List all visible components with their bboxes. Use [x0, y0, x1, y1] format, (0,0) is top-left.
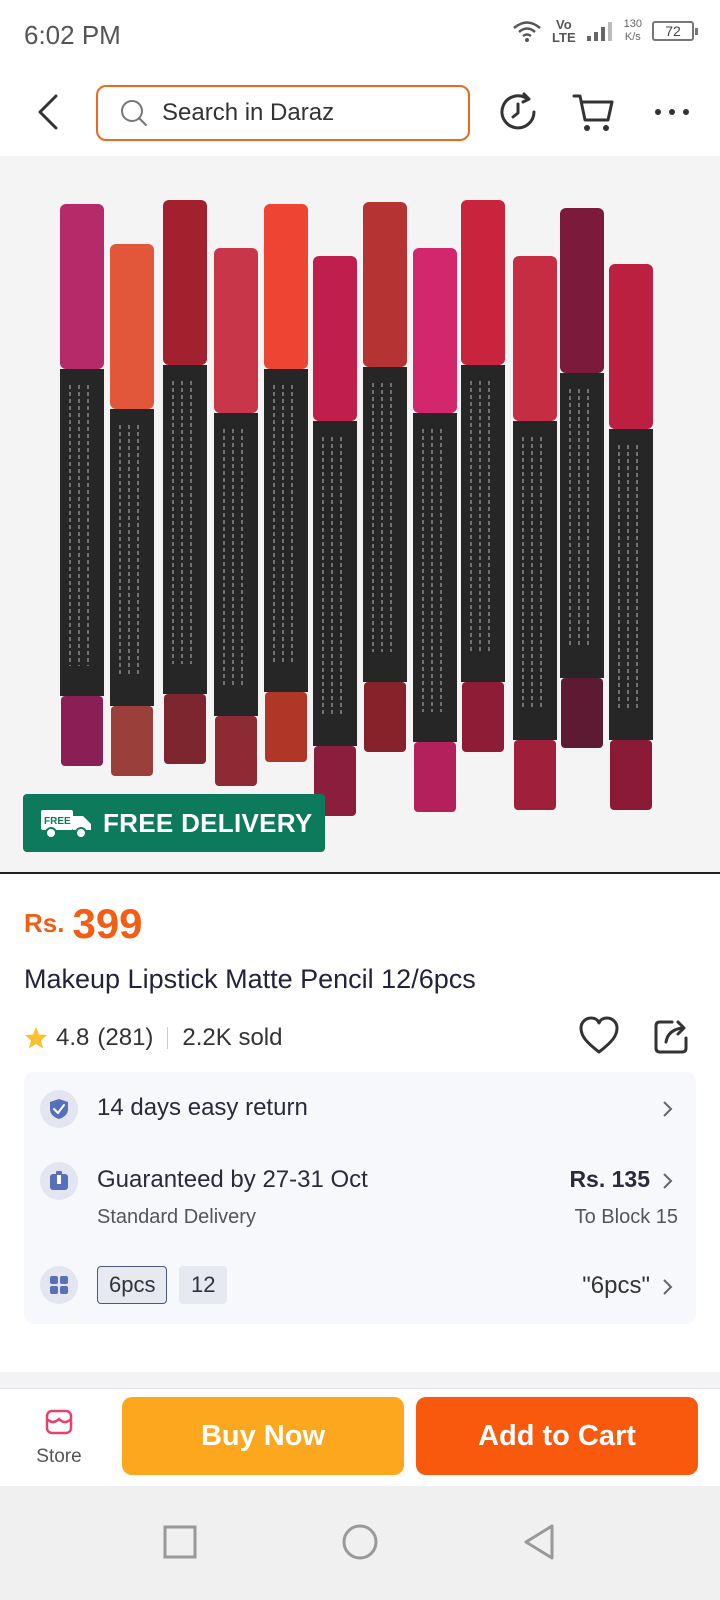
- variants-grid-icon: [40, 1266, 78, 1304]
- returns-label: 14 days easy return: [97, 1094, 308, 1121]
- delivery-truck-icon: FREE: [41, 810, 91, 839]
- svg-text:FREE: FREE: [44, 816, 71, 827]
- service-card: 14 days easy return Guaranteed by 27-31 …: [24, 1072, 696, 1324]
- free-delivery-label: FREE DELIVERY: [103, 807, 313, 838]
- bottom-action-bar: Store Buy Now Add to Cart: [0, 1388, 720, 1486]
- signal-icon: [586, 22, 612, 41]
- lipstick-pencil: [461, 200, 505, 752]
- network-type: Vo LTE: [552, 17, 576, 45]
- lipstick-photo: [60, 200, 653, 816]
- chevron-right-icon: [663, 1101, 673, 1117]
- heart-icon[interactable]: [578, 1016, 620, 1056]
- back-arrow-icon[interactable]: [28, 90, 72, 134]
- lipstick-pencil: [163, 200, 207, 764]
- delivery-sub: Standard Delivery: [97, 1206, 256, 1228]
- section-divider: [0, 1372, 720, 1388]
- product-info: Rs. 399 Makeup Lipstick Matte Pencil 12/6…: [0, 876, 720, 1376]
- status-time: 6:02 PM: [24, 20, 121, 50]
- more-options-icon[interactable]: [650, 90, 694, 134]
- chevron-right-icon: [663, 1279, 673, 1295]
- lipstick-pencil: [609, 264, 653, 810]
- price-currency: Rs.: [24, 908, 65, 938]
- search-placeholder: Search in Daraz: [162, 99, 335, 126]
- lipstick-pencil: [313, 256, 357, 816]
- home-icon[interactable]: [338, 1520, 382, 1564]
- chevron-right-icon: [663, 1173, 673, 1189]
- recent-apps-icon[interactable]: [158, 1520, 202, 1564]
- delivery-row[interactable]: Guaranteed by 27-31 Oct Standard Deliver…: [24, 1156, 696, 1246]
- free-delivery-badge: FREE FREE DELIVERY: [23, 794, 325, 852]
- network-speed: 130 K/s: [623, 18, 642, 43]
- lipstick-pencil: [363, 202, 407, 752]
- lipstick-pencil: [413, 248, 457, 812]
- sold-count: 2.2K sold: [182, 1024, 283, 1051]
- battery-icon: 72: [652, 21, 698, 41]
- buy-now-button[interactable]: Buy Now: [122, 1397, 404, 1475]
- header: Search in Daraz: [0, 72, 720, 156]
- shield-check-icon: [40, 1090, 78, 1128]
- share-icon[interactable]: [652, 1016, 692, 1056]
- store-button[interactable]: Store: [24, 1407, 94, 1477]
- history-icon[interactable]: [496, 90, 540, 134]
- price-value: 399: [72, 900, 143, 947]
- returns-row[interactable]: 14 days easy return: [24, 1072, 696, 1144]
- lipstick-pencil: [264, 204, 308, 762]
- add-to-cart-button[interactable]: Add to Cart: [416, 1397, 698, 1475]
- lipstick-pencil: [60, 204, 104, 766]
- lipstick-pencil: [214, 248, 258, 786]
- lipstick-pencil: [560, 208, 604, 748]
- rating-row[interactable]: 4.8 (281) 2.2K sold: [24, 1024, 282, 1052]
- rating-value: 4.8: [56, 1024, 90, 1051]
- lipstick-pencil: [110, 244, 154, 776]
- variant-selected: "6pcs": [582, 1272, 650, 1299]
- variant-option-6pcs[interactable]: 6pcs: [97, 1266, 168, 1304]
- status-bar: 6:02 PM Vo LTE 130 K/s 72: [0, 0, 720, 72]
- store-icon: [45, 1409, 73, 1435]
- variant-option-12[interactable]: 12: [179, 1266, 228, 1304]
- product-image[interactable]: FREE FREE DELIVERY: [0, 156, 720, 874]
- delivery-label: Guaranteed by 27-31 Oct: [97, 1166, 368, 1193]
- cart-icon[interactable]: [572, 90, 616, 134]
- delivery-location: To Block 15: [574, 1206, 678, 1228]
- search-icon: [121, 100, 147, 126]
- wifi-icon: [513, 21, 541, 42]
- product-price: Rs. 399: [24, 900, 143, 948]
- divider: [167, 1027, 169, 1049]
- lipstick-pencil: [513, 256, 557, 810]
- status-icons: Vo LTE 130 K/s 72: [512, 17, 698, 45]
- product-title: Makeup Lipstick Matte Pencil 12/6pcs: [24, 964, 476, 994]
- delivery-price: Rs. 135: [569, 1166, 650, 1192]
- variant-row[interactable]: 6pcs 12 "6pcs": [24, 1264, 696, 1308]
- star-icon: [25, 1027, 47, 1049]
- search-input[interactable]: Search in Daraz: [96, 85, 470, 141]
- back-nav-icon[interactable]: [518, 1520, 562, 1564]
- delivery-box-icon: [40, 1162, 78, 1200]
- system-nav-bar: [0, 1486, 720, 1600]
- store-label: Store: [36, 1446, 82, 1467]
- rating-count: (281): [97, 1024, 154, 1051]
